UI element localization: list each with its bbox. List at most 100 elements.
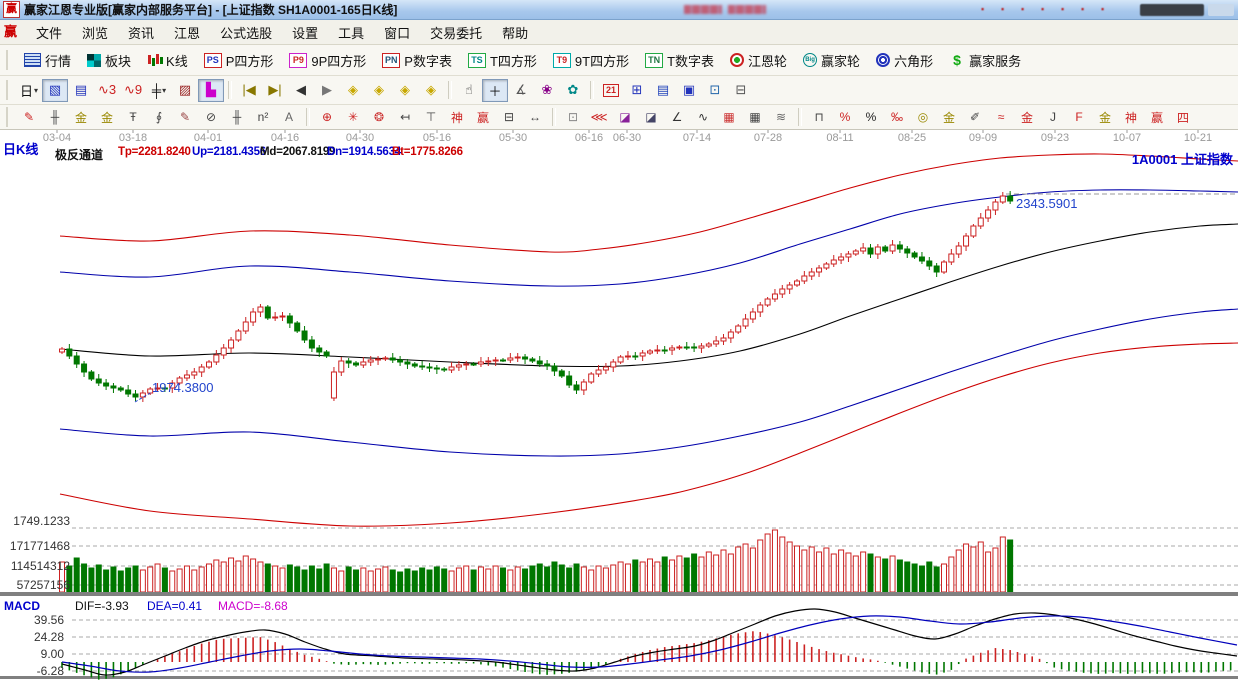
percent-line-red-button[interactable]: % xyxy=(832,107,858,127)
info-report-button[interactable]: ▤ xyxy=(68,79,94,102)
toolbar-grip-2[interactable] xyxy=(6,80,12,100)
titlebar-mini-icon-5[interactable]: ▪ xyxy=(1081,4,1090,14)
volume-style-button[interactable]: ▙ xyxy=(198,79,224,102)
circle-degree-button[interactable]: ⊘ xyxy=(198,107,224,127)
menu-item-公式选股[interactable]: 公式选股 xyxy=(210,21,282,44)
zoom-out-horizontal-button[interactable]: ◈ xyxy=(340,79,366,102)
toolbar-button-9T四方形[interactable]: T99T四方形 xyxy=(545,48,637,73)
toolbar-button-赢家轮[interactable]: Big赢家轮 xyxy=(795,48,868,73)
fan-box-purple-button[interactable]: ◪ xyxy=(612,107,638,127)
target-crosshair-button[interactable]: ⊕ xyxy=(314,107,340,127)
toolbar-button-T四方形[interactable]: TST四方形 xyxy=(460,48,545,73)
toolbar-button-赢家服务[interactable]: $赢家服务 xyxy=(941,48,1029,73)
menu-item-工具[interactable]: 工具 xyxy=(328,21,374,44)
spiral-button[interactable]: ∮ xyxy=(146,107,172,127)
toolbar-grip-3[interactable] xyxy=(6,107,12,127)
period-day-selector-button[interactable]: 日▾ xyxy=(16,79,42,102)
zoom-vertical-button[interactable]: ◈ xyxy=(392,79,418,102)
pattern-search-button[interactable]: ▨ xyxy=(172,79,198,102)
page-left-button[interactable]: ◀ xyxy=(288,79,314,102)
toolbar-button-江恩轮[interactable]: 江恩轮 xyxy=(722,48,795,73)
toolbar-grip[interactable] xyxy=(6,50,12,70)
ruler-123-button[interactable]: ⊟ xyxy=(496,107,522,127)
save-button[interactable]: ▣ xyxy=(676,79,702,102)
range-arrows-button[interactable]: ↔ xyxy=(522,107,548,127)
comb-grid-2-button[interactable]: ╫ xyxy=(224,107,250,127)
ying-angle-button[interactable]: 赢 xyxy=(1144,107,1170,127)
page-right-button[interactable]: ▶ xyxy=(314,79,340,102)
extend-line-button[interactable]: ↤ xyxy=(392,107,418,127)
menu-item-窗口[interactable]: 窗口 xyxy=(374,21,420,44)
grid-arrow-button[interactable]: ▦ xyxy=(742,107,768,127)
menu-item-浏览[interactable]: 浏览 xyxy=(72,21,118,44)
grid-red-button[interactable]: ▦ xyxy=(716,107,742,127)
network-button[interactable]: ⊡ xyxy=(702,79,728,102)
wave-9-button[interactable]: ∿9 xyxy=(120,79,146,102)
box-tool-button[interactable]: ⊡ xyxy=(560,107,586,127)
toolbar-button-T数字表[interactable]: TNT数字表 xyxy=(637,48,722,73)
goto-last-button[interactable]: ▶| xyxy=(262,79,288,102)
fan-box-dark-button[interactable]: ◪ xyxy=(638,107,664,127)
toolbar-button-六角形[interactable]: 六角形 xyxy=(868,48,941,73)
gold-circle-button[interactable]: ◎ xyxy=(910,107,936,127)
pitchfork-button[interactable]: ⊤ xyxy=(418,107,444,127)
starburst-grid-button[interactable]: ❂ xyxy=(366,107,392,127)
titlebar-mini-icon-1[interactable]: ▪ xyxy=(1001,4,1010,14)
goto-first-button[interactable]: |◀ xyxy=(236,79,262,102)
main-chart-style-button[interactable]: ▧ xyxy=(42,79,68,102)
gann-fan-red-button[interactable]: ⋘ xyxy=(586,107,612,127)
zoom-in-horizontal-button[interactable]: ◈ xyxy=(366,79,392,102)
calendar-button[interactable]: 21 xyxy=(598,79,624,102)
comb-grid-button[interactable]: ╫ xyxy=(42,107,68,127)
draw-rocket-button[interactable]: ✎ xyxy=(16,107,42,127)
toolbar-button-K线[interactable]: K线 xyxy=(139,48,196,73)
chart-canvas[interactable] xyxy=(0,130,1238,680)
starburst-button[interactable]: ✳ xyxy=(340,107,366,127)
toolbar-button-板块[interactable]: 板块 xyxy=(79,48,139,73)
text-note-button[interactable]: A xyxy=(276,107,302,127)
shen-grid-button[interactable]: 神 xyxy=(444,107,470,127)
si-angle-button[interactable]: 四 xyxy=(1170,107,1196,127)
candle-type-selector-button[interactable]: ╪▾ xyxy=(146,79,172,102)
f-angle-button[interactable]: F xyxy=(1066,107,1092,127)
fan-lines-button[interactable]: ∠ xyxy=(664,107,690,127)
titlebar-mini-icon-0[interactable]: ▪ xyxy=(981,4,990,14)
f-grid-button[interactable]: Ŧ xyxy=(120,107,146,127)
ying-grid-button[interactable]: 赢 xyxy=(470,107,496,127)
titlebar-status-icons[interactable]: ▪ ▪ ▪ ▪ ▪ ▪ ▪ xyxy=(981,4,1110,14)
gold-lines-button[interactable]: 金 xyxy=(936,107,962,127)
titlebar-mini-icon-6[interactable]: ▪ xyxy=(1101,4,1110,14)
gold-grid-a-button[interactable]: 金 xyxy=(68,107,94,127)
gold-angle-button[interactable]: 金 xyxy=(1092,107,1118,127)
gold-grid-b-button[interactable]: 金 xyxy=(94,107,120,127)
j-angle-button[interactable]: J xyxy=(1040,107,1066,127)
menu-item-设置[interactable]: 设置 xyxy=(282,21,328,44)
tool-teal-flower-button[interactable]: ✿ xyxy=(560,79,586,102)
printer-button[interactable]: ⊟ xyxy=(728,79,754,102)
shen-angle-button[interactable]: 神 xyxy=(1118,107,1144,127)
wave-3-button[interactable]: ∿3 xyxy=(94,79,120,102)
menu-item-资讯[interactable]: 资讯 xyxy=(118,21,164,44)
tool-purple-flower-button[interactable]: ❀ xyxy=(534,79,560,102)
titlebar-mini-icon-3[interactable]: ▪ xyxy=(1041,4,1050,14)
crosshair-button[interactable]: ＋ xyxy=(482,79,508,102)
percent-button[interactable]: % xyxy=(858,107,884,127)
gold-red-button[interactable]: 金 xyxy=(1014,107,1040,127)
toolbar-button-行情[interactable]: 行情 xyxy=(16,48,79,73)
menu-item-交易委托[interactable]: 交易委托 xyxy=(420,21,492,44)
chart-area[interactable]: 日K线 极反通道 1A0001 上证指数 2343.5901 1974.3800… xyxy=(0,130,1238,680)
bars-tool-button[interactable]: ⊓ xyxy=(806,107,832,127)
n-square-button[interactable]: n² xyxy=(250,107,276,127)
menu-item-帮助[interactable]: 帮助 xyxy=(492,21,538,44)
permille-red-button[interactable]: ‰ xyxy=(884,107,910,127)
toolbar-button-9P四方形[interactable]: P99P四方形 xyxy=(281,48,374,73)
pan-hand-button[interactable]: ☝ xyxy=(456,79,482,102)
menu-item-江恩[interactable]: 江恩 xyxy=(164,21,210,44)
notes-button[interactable]: ▤ xyxy=(650,79,676,102)
toolbar-button-P数字表[interactable]: PNP数字表 xyxy=(374,48,460,73)
titlebar-mini-icon-2[interactable]: ▪ xyxy=(1021,4,1030,14)
titlebar-mini-icon-4[interactable]: ▪ xyxy=(1061,4,1070,14)
toolbar-button-P四方形[interactable]: PSP四方形 xyxy=(196,48,282,73)
measure-button[interactable]: ∡ xyxy=(508,79,534,102)
zoom-reset-button[interactable]: ◈ xyxy=(418,79,444,102)
